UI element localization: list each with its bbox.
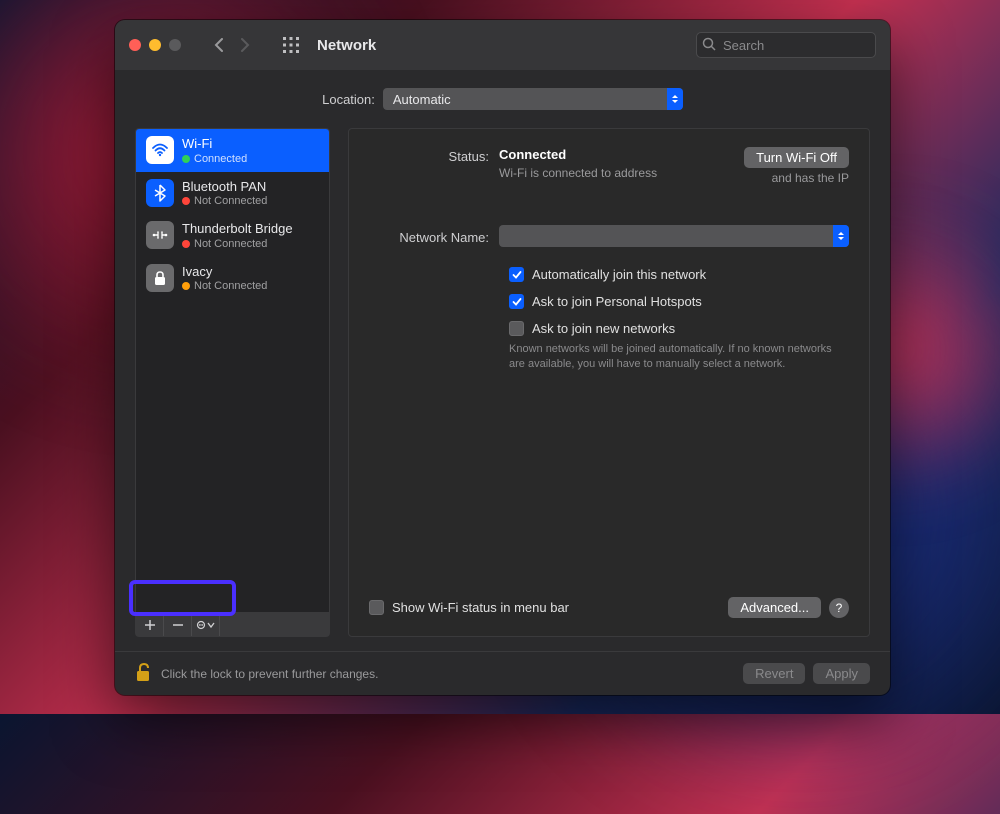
search-input[interactable] [696,32,876,58]
sidebar-item-label: Ivacy [182,264,267,280]
sidebar-item-status: Connected [194,153,247,165]
detail-panel: Status: Connected Wi-Fi is connected to … [348,128,870,637]
advanced-button[interactable]: Advanced... [728,597,821,618]
show-all-icon[interactable] [283,37,299,53]
ask-new-networks-checkbox[interactable] [509,321,524,336]
toggle-wifi-button[interactable]: Turn Wi-Fi Off [744,147,849,168]
auto-join-label: Automatically join this network [532,267,706,282]
sidebar-item-wifi[interactable]: Wi-Fi Connected [136,129,329,172]
titlebar: Network [115,20,890,70]
sidebar-item-status: Not Connected [194,280,267,292]
status-dot-icon [182,197,190,205]
close-button[interactable] [129,39,141,51]
forward-button[interactable] [233,31,257,59]
back-button[interactable] [207,31,231,59]
show-menubar-label: Show Wi-Fi status in menu bar [392,600,569,615]
ask-hotspot-label: Ask to join Personal Hotspots [532,294,702,309]
sidebar-toolbar [135,613,330,637]
location-dropdown[interactable]: Automatic [383,88,683,110]
sidebar-item-status: Not Connected [194,195,267,207]
sidebar-item-label: Wi-Fi [182,136,247,152]
add-interface-button[interactable] [136,613,164,636]
status-dot-icon [182,155,190,163]
lock-text: Click the lock to prevent further change… [161,667,378,681]
sidebar-item-bluetooth-pan[interactable]: Bluetooth PAN Not Connected [136,172,329,215]
revert-button[interactable]: Revert [743,663,805,684]
show-menubar-checkbox[interactable] [369,600,384,615]
thunderbolt-icon [146,221,174,249]
traffic-lights [129,39,181,51]
chevron-updown-icon [667,88,683,110]
footer: Click the lock to prevent further change… [115,651,890,695]
status-dot-icon [182,282,190,290]
minimize-button[interactable] [149,39,161,51]
search-icon [702,37,716,54]
maximize-button[interactable] [169,39,181,51]
sidebar-item-thunderbolt-bridge[interactable]: Thunderbolt Bridge Not Connected [136,214,329,257]
interface-actions-menu[interactable] [192,613,220,636]
network-preferences-window: Network Location: Automatic [115,20,890,695]
lock-icon [146,264,174,292]
sidebar-item-label: Bluetooth PAN [182,179,267,195]
bluetooth-icon [146,179,174,207]
sidebar-item-status: Not Connected [194,238,267,250]
window-title: Network [317,37,376,54]
new-networks-help-text: Known networks will be joined automatica… [509,342,839,373]
sidebar-item-ivacy[interactable]: Ivacy Not Connected [136,257,329,300]
chevron-updown-icon [833,225,849,247]
sidebar-item-label: Thunderbolt Bridge [182,221,293,237]
status-dot-icon [182,240,190,248]
status-subtext: Wi-Fi is connected to address [499,165,659,181]
network-name-dropdown[interactable] [499,225,849,247]
location-label: Location: [322,92,375,107]
help-button[interactable]: ? [829,598,849,618]
ask-hotspot-checkbox[interactable] [509,294,524,309]
auto-join-checkbox[interactable] [509,267,524,282]
status-label: Status: [369,147,499,164]
status-subtext-2: and has the IP [772,171,849,185]
nav-buttons [207,31,257,59]
remove-interface-button[interactable] [164,613,192,636]
status-value: Connected [499,147,566,162]
location-value: Automatic [393,92,451,107]
ask-new-networks-label: Ask to join new networks [532,321,675,336]
wifi-icon [146,136,174,164]
unlock-icon[interactable] [135,662,151,685]
network-name-label: Network Name: [369,228,499,245]
apply-button[interactable]: Apply [813,663,870,684]
interface-list: Wi-Fi Connected Bluetooth PAN Not Connec… [135,128,330,613]
